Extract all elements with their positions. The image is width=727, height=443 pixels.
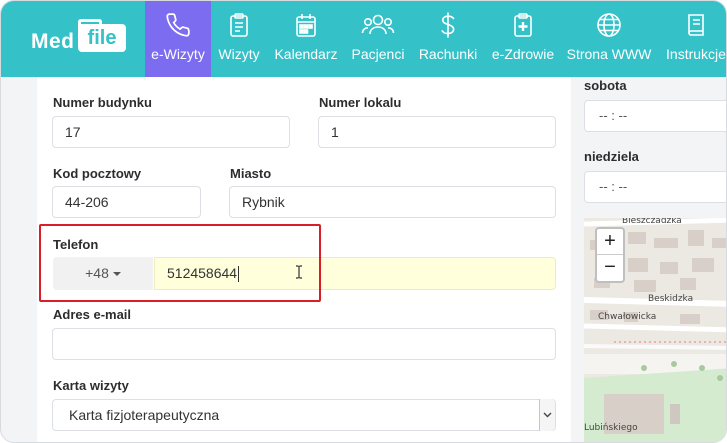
- medfile-logo[interactable]: Med file: [31, 19, 131, 59]
- visit-card-value: Karta fizjoterapeutyczna: [69, 407, 220, 423]
- chevron-down-icon: [543, 412, 552, 418]
- phone-icon: [166, 13, 190, 37]
- clipboard-icon: [230, 13, 248, 37]
- street-label: Beskidzka: [648, 294, 694, 304]
- medical-clipboard-icon: [514, 13, 532, 37]
- street-label: Bieszczadzka: [622, 218, 682, 226]
- users-icon: [361, 14, 395, 35]
- nav-item-wizyty[interactable]: Wizyty: [214, 1, 264, 77]
- email-label: Adres e-mail: [53, 307, 132, 322]
- nav-item-pacjenci[interactable]: Pacjenci: [347, 1, 409, 77]
- app-window: Med file e-Wizyty Wizyty Kalendarz Pacje…: [0, 0, 727, 443]
- nav-label: e-Wizyty: [151, 46, 205, 62]
- zoom-out-button[interactable]: −: [597, 255, 623, 281]
- calendar-icon: [296, 14, 316, 37]
- postal-code-label: Kod pocztowy: [53, 166, 142, 181]
- nav-item-kalendarz[interactable]: Kalendarz: [271, 1, 341, 77]
- nav-item-strona-www[interactable]: Strona WWW: [564, 1, 654, 77]
- logo-text-med: Med: [31, 30, 75, 53]
- saturday-time-input[interactable]: -- : --: [584, 100, 726, 132]
- dollar-icon: [441, 12, 455, 38]
- nav-label: Wizyty: [218, 46, 260, 62]
- nav-label: Strona WWW: [566, 46, 652, 62]
- street-label: Lubińskiego: [584, 423, 638, 433]
- sunday-time-input[interactable]: -- : --: [584, 171, 726, 203]
- nav-item-e-zdrowie[interactable]: e-Zdrowie: [488, 1, 558, 77]
- top-navigation: Med file e-Wizyty Wizyty Kalendarz Pacje…: [1, 1, 726, 77]
- nav-item-instrukcje[interactable]: Instrukcje: [661, 1, 726, 77]
- highlight-box: [39, 224, 321, 302]
- building-number-label: Numer budynku: [53, 95, 152, 110]
- unit-number-input[interactable]: 1: [318, 116, 556, 148]
- email-input[interactable]: [52, 328, 556, 360]
- street-label: Chwałowicka: [598, 312, 657, 322]
- nav-label: e-Zdrowie: [491, 46, 555, 62]
- sunday-label: niedziela: [584, 149, 639, 164]
- visit-card-label: Karta wizyty: [53, 378, 129, 393]
- select-arrow[interactable]: [539, 399, 555, 431]
- city-input[interactable]: Rybnik: [229, 186, 556, 218]
- nav-item-rachunki[interactable]: Rachunki: [416, 1, 480, 77]
- postal-code-input[interactable]: 44-206: [52, 186, 201, 218]
- unit-number-label: Numer lokalu: [319, 95, 402, 110]
- nav-label: Rachunki: [418, 46, 478, 62]
- nav-label: Pacjenci: [351, 46, 405, 62]
- saturday-label: sobota: [584, 78, 627, 93]
- book-icon: [688, 14, 704, 36]
- nav-label: Instrukcje: [666, 46, 726, 62]
- building-number-input[interactable]: 17: [52, 116, 290, 148]
- nav-label: Kalendarz: [274, 46, 338, 62]
- logo-text-file: file: [78, 19, 126, 52]
- nav-item-e-wizyty[interactable]: e-Wizyty: [145, 1, 211, 77]
- zoom-in-button[interactable]: +: [597, 229, 623, 255]
- map-zoom-control: + −: [595, 227, 625, 283]
- city-label: Miasto: [230, 166, 272, 181]
- globe-icon: [597, 13, 621, 37]
- visit-card-select[interactable]: Karta fizjoterapeutyczna: [52, 399, 556, 431]
